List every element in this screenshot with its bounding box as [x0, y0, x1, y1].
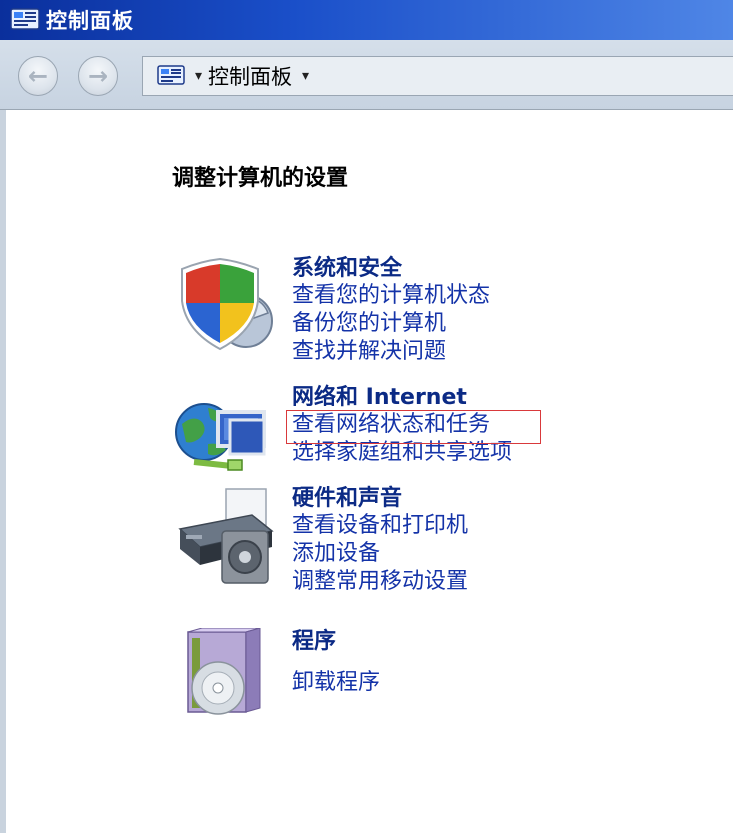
link-view-computer-status[interactable]: 查看您的计算机状态 — [292, 282, 490, 310]
category-title-network-internet[interactable]: 网络和 Internet — [292, 384, 512, 411]
breadcrumb-control-panel[interactable]: 控制面板 — [208, 61, 292, 91]
link-add-device[interactable]: 添加设备 — [292, 540, 468, 568]
window-title: 控制面板 — [46, 9, 134, 33]
category-title-system-security[interactable]: 系统和安全 — [292, 255, 490, 282]
link-devices-printers[interactable]: 查看设备和打印机 — [292, 512, 468, 540]
control-panel-icon — [157, 65, 185, 85]
back-button[interactable]: ← — [18, 56, 58, 96]
page-heading: 调整计算机的设置 — [172, 166, 349, 191]
printer-speaker-icon — [178, 488, 274, 584]
link-find-fix-problems[interactable]: 查找并解决问题 — [292, 338, 490, 366]
network-globe-icon — [175, 403, 266, 471]
link-mobility-settings[interactable]: 调整常用移动设置 — [292, 568, 468, 596]
forward-arrow-icon: → — [87, 62, 109, 90]
link-backup-computer[interactable]: 备份您的计算机 — [292, 310, 490, 338]
address-bar[interactable]: ▾ 控制面板 ▾ — [142, 56, 733, 96]
forward-button[interactable]: → — [78, 56, 118, 96]
back-arrow-icon: ← — [27, 62, 49, 90]
category-text: 硬件和声音 查看设备和打印机 添加设备 调整常用移动设置 — [292, 485, 468, 596]
link-uninstall-program[interactable]: 卸载程序 — [292, 669, 380, 697]
programs-disc-icon — [187, 628, 261, 715]
category-title-programs[interactable]: 程序 — [292, 628, 380, 655]
category-title-hardware-sound[interactable]: 硬件和声音 — [292, 485, 468, 512]
category-text: 程序 卸载程序 — [292, 628, 380, 697]
navigation-bar: ← → ▾ 控制面板 ▾ — [0, 40, 733, 110]
breadcrumb-dropdown-icon[interactable]: ▾ — [302, 68, 309, 84]
highlight-box — [286, 410, 541, 444]
breadcrumb-separator-icon[interactable]: ▾ — [195, 68, 202, 84]
control-panel-icon — [10, 8, 40, 30]
category-text: 系统和安全 查看您的计算机状态 备份您的计算机 查找并解决问题 — [292, 255, 490, 366]
shield-icon — [181, 257, 273, 351]
title-bar: 控制面板 — [0, 0, 733, 40]
